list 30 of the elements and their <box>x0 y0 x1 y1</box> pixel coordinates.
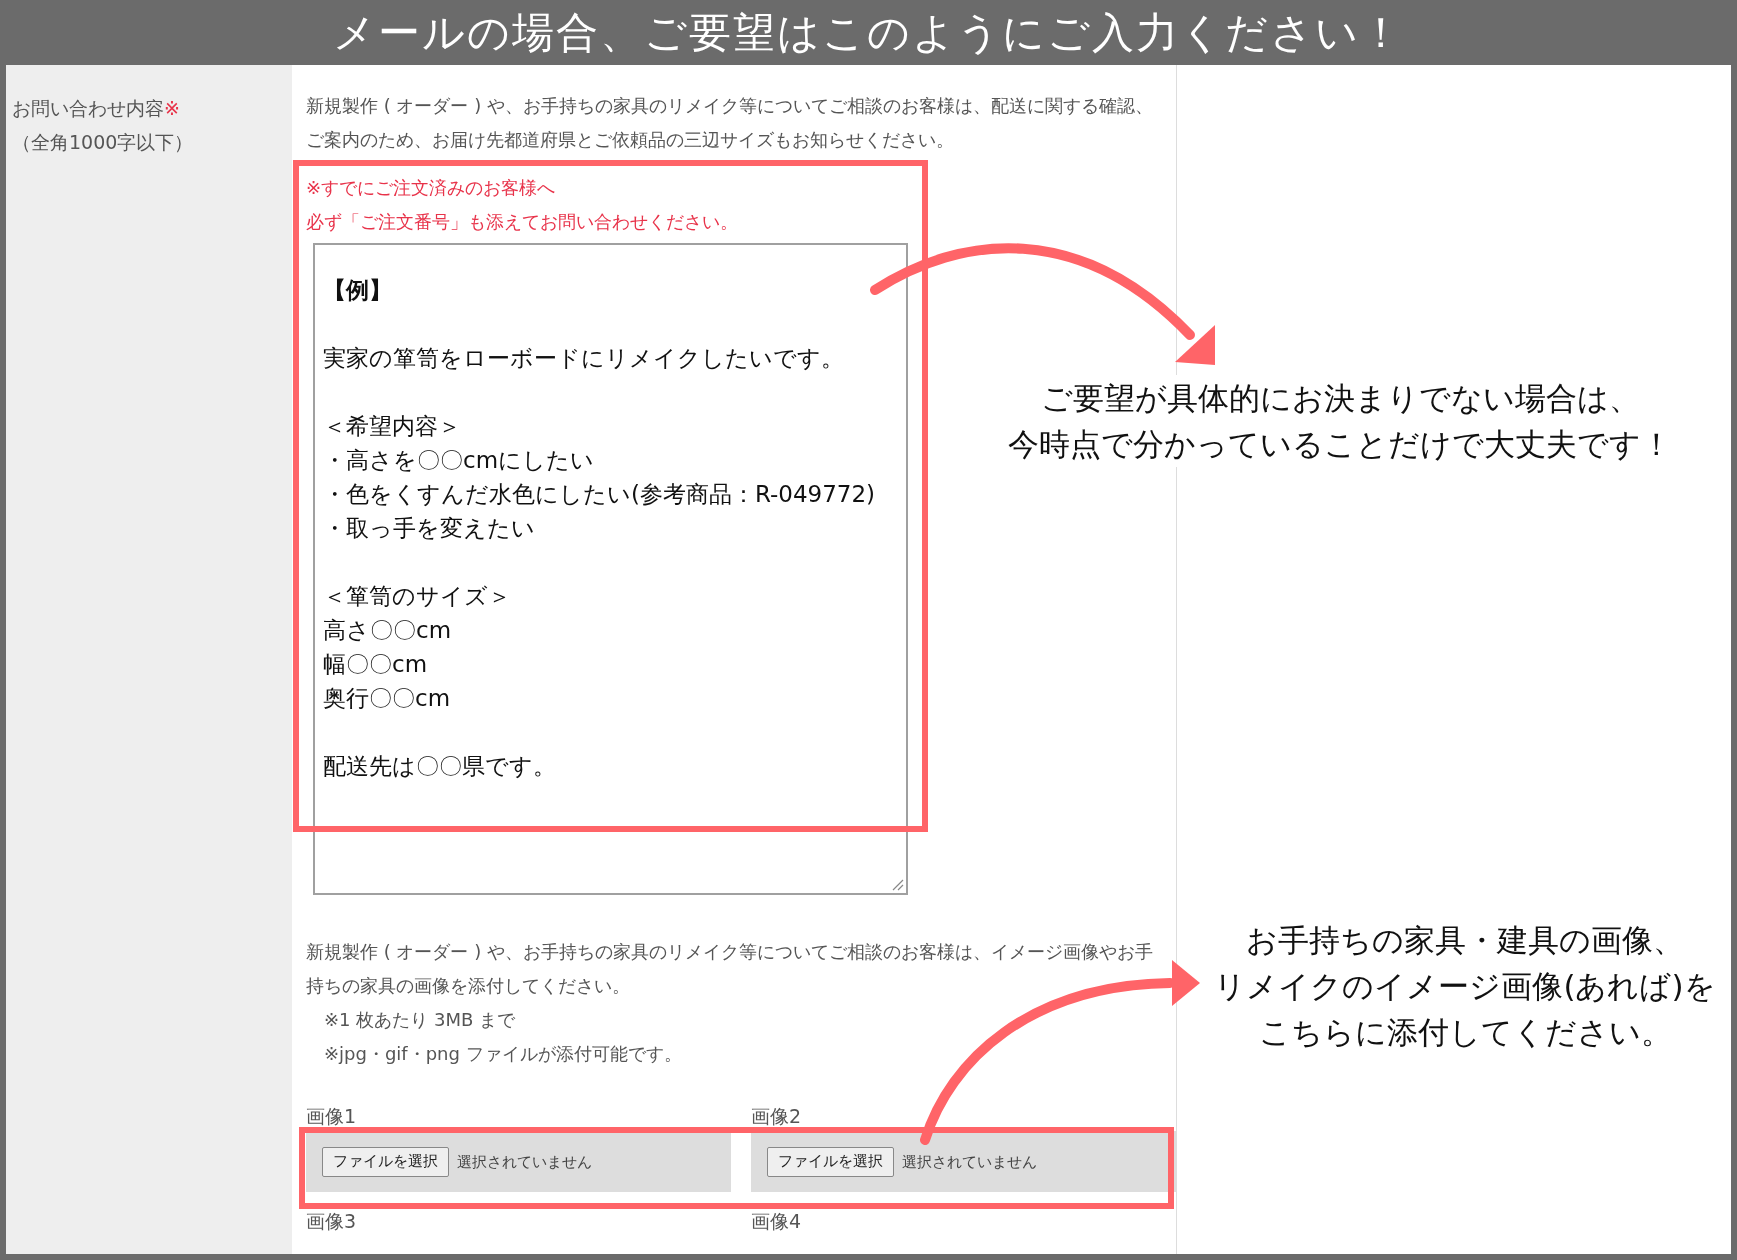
message-line: ＜箪笥のサイズ＞ <box>323 582 511 611</box>
attach-note: ※1 枚あたり 3MB まで <box>323 1008 517 1032</box>
message-line: 実家の箪笥をローボードにリメイクしたいです。 <box>323 344 844 373</box>
file-status: 選択されていません <box>457 1151 592 1173</box>
message-line: ・高さを〇〇cmにしたい <box>323 446 595 475</box>
message-line: 奥行〇〇cm <box>323 684 451 713</box>
example-heading: 【例】 <box>323 276 392 305</box>
banner-title: メールの場合、ご要望はこのようにご入力ください！ <box>332 6 1405 59</box>
attach-intro-text: 新規製作 ( オーダー ) や、お手持ちの家具のリメイク等についてご相談のお客様は、イメージ画像やお手持ちの家具の画像を添付してください。 <box>306 940 1154 998</box>
message-field[interactable]: 【例】 実家の箪笥をローボードにリメイクしたいです。 ＜希望内容＞ ・高さを〇〇cmにしたい ・色をくすんだ水色にしたい(参考商品：R-049772) ・取っ手を変えたい ＜箪笥のサイズ＞ 高さ〇〇cm 幅〇〇cm 奥行〇〇cm 配送先は〇〇県です。 <box>313 243 908 895</box>
image-label: 画像3 <box>306 1209 358 1234</box>
image-label: 画像4 <box>751 1209 803 1234</box>
message-line: ＜希望内容＞ <box>323 412 461 441</box>
intro-text: 新規製作 ( オーダー ) や、お手持ちの家具のリメイク等についてご相談のお客様は、配送に関する確認、ご案内のため、お届け先都道府県とご依頼品の三辺サイズもお知らせください。 <box>306 94 1154 152</box>
image-label: 画像2 <box>751 1104 803 1129</box>
choose-file-button[interactable]: ファイルを選択 <box>322 1146 449 1177</box>
choose-file-button[interactable]: ファイルを選択 <box>767 1146 894 1177</box>
field-limit-note: （全角1000字以下） <box>12 130 195 155</box>
message-line: ・取っ手を変えたい <box>323 514 535 543</box>
notice-text: ※すでにご注文済みのお客様へ <box>306 176 557 200</box>
attach-note: ※jpg・gif・png ファイルが添付可能です。 <box>323 1042 683 1066</box>
notice-text: 必ず「ご注文番号」も添えてお問い合わせください。 <box>306 210 739 234</box>
field-label: お問い合わせ内容※ <box>12 96 181 121</box>
image-label: 画像1 <box>306 1104 358 1129</box>
message-line: 配送先は〇〇県です。 <box>323 752 556 781</box>
message-line: 高さ〇〇cm <box>323 616 452 645</box>
resize-grip-icon[interactable] <box>890 877 904 891</box>
message-line: ・色をくすんだ水色にしたい(参考商品：R-049772) <box>323 480 876 509</box>
file-status: 選択されていません <box>902 1151 1037 1173</box>
message-line: 幅〇〇cm <box>323 650 428 679</box>
